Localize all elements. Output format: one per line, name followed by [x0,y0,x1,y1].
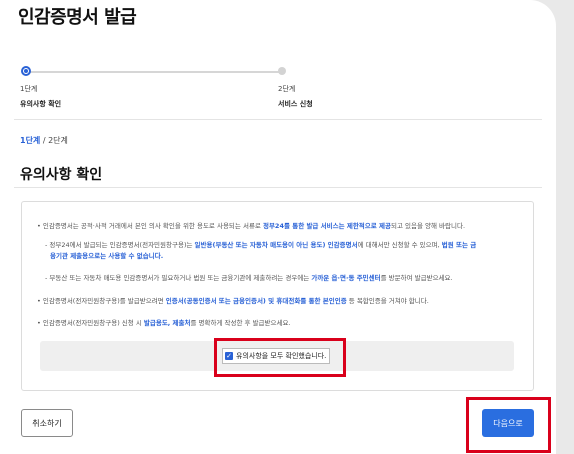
notice-2-highlight: 일반용(부동산 또는 자동차 매도용이 아닌 용도) 인감증명서 [194,241,358,249]
highlight-frame-next [466,397,551,453]
notice-2-text-c: 에 대해서만 신청할 수 있으며, [357,241,442,249]
notice-2-text-a: - 정부24에서 발급되는 인감증명서(전자민원창구용)는 [45,241,195,249]
notice-paragraph-5: • 인감증명서(전자민원창구용) 신청 시 발급용도, 제출처를 명확하게 작성… [37,318,527,329]
notice-3-text-a: - 부동산 또는 자동차 매도용 인감증명서가 필요하거나 법원 또는 금융기관… [45,274,312,282]
notice-4-highlight: 인증서(공동인증서 또는 금융인증서) 및 휴대전화를 통한 본인인증 [165,297,347,305]
notice-5-text-c: 를 명확하게 작성한 후 발급받으세요. [190,319,291,327]
notice-5-highlight: 발급용도, 제출처 [143,319,191,327]
notice-1-text-c: 되고 있음을 양해 바랍니다. [390,222,466,230]
notice-paragraph-2: - 정부24에서 발급되는 인감증명서(전자민원창구용)는 일반용(부동산 또는… [45,240,531,262]
step-1-number: 1단계 [20,85,38,93]
notice-4-text-c: 등 복합인증을 거쳐야 합니다. [346,297,429,305]
step-1-indicator [21,66,31,76]
section-title: 유의사항 확인 [20,167,103,183]
notice-2-highlight-2b: 융기관 제출용으로는 사용할 수 없습니다. [50,252,164,260]
breadcrumb-current: 1단계 [20,136,41,145]
step-2-indicator [278,67,286,75]
highlight-frame-confirm [214,338,346,377]
step-2-name: 서비스 신청 [278,100,313,108]
step-progress-line [26,71,281,73]
step-1-name: 유의사항 확인 [20,100,62,108]
notice-5-text-a: • 인감증명서(전자민원창구용) 신청 시 [37,319,144,327]
notice-paragraph-4: • 인감증명서(전자민원창구용)를 발급받으려면 인증서(공동인증서 또는 금융… [37,296,527,307]
breadcrumb-separator: / [40,136,49,145]
divider-top [14,119,542,120]
breadcrumb-next: 2단계 [48,136,68,145]
notice-4-text-a: • 인감증명서(전자민원창구용)를 발급받으려면 [37,297,166,305]
notice-3-text-c: 를 방문하여 발급받으세요. [380,274,453,282]
breadcrumb: 1단계 / 2단계 [20,135,68,146]
page-title: 인감증명서 발급 [18,7,137,28]
notice-3-highlight: 가까운 읍·면·동 주민센터 [311,274,381,282]
notice-2-highlight-2a: 법원 또는 금 [441,241,477,249]
step-2-number: 2단계 [278,85,296,93]
notice-1-text-a: • 인감증명서는 공적·사적 거래에서 본인 의사 확인을 위한 용도로 사용되… [37,222,263,230]
notice-paragraph-1: • 인감증명서는 공적·사적 거래에서 본인 의사 확인을 위한 용도로 사용되… [37,221,527,232]
notice-paragraph-3: - 부동산 또는 자동차 매도용 인감증명서가 필요하거나 법원 또는 금융기관… [45,273,531,284]
divider-section [14,187,542,188]
notice-1-highlight: 정부24를 통한 발급 서비스는 제한적으로 제공 [262,222,391,230]
cancel-button[interactable]: 취소하기 [21,409,73,437]
